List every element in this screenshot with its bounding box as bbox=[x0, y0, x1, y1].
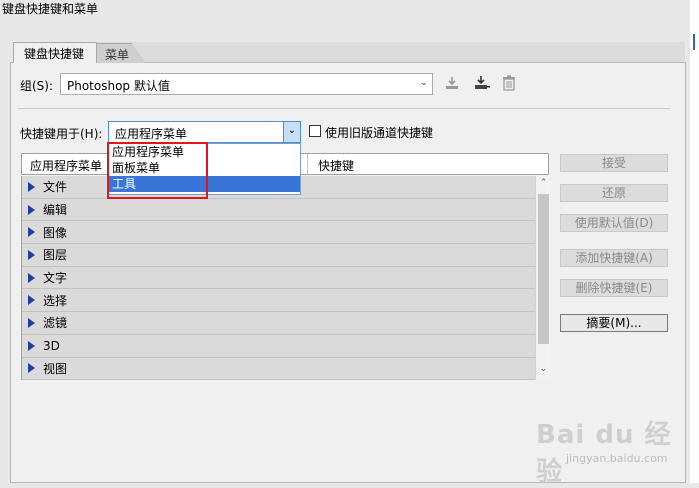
watermark-sub: jingyan.baidu.com bbox=[566, 452, 668, 465]
scroll-thumb[interactable] bbox=[538, 194, 549, 344]
separator bbox=[18, 108, 670, 109]
row-label: 图像 bbox=[43, 225, 68, 240]
undo-button[interactable]: 还原 bbox=[560, 184, 668, 202]
table-row[interactable]: 图层 bbox=[22, 244, 535, 267]
table-scrollbar[interactable]: ⌃ ⌄ bbox=[535, 176, 550, 380]
add-shortcut-button[interactable]: 添加快捷键(A) bbox=[560, 249, 668, 267]
row-label: 选择 bbox=[43, 293, 68, 308]
watermark-main: Bai du 经验 bbox=[536, 420, 672, 487]
row-label: 图层 bbox=[43, 248, 68, 263]
shortcuts-for-select[interactable]: 应用程序菜单 ⌄ bbox=[108, 121, 301, 143]
table-row[interactable]: 3D bbox=[22, 335, 535, 358]
summarize-button[interactable]: 摘要(M)... bbox=[560, 314, 668, 332]
column-header-menu[interactable]: 应用程序菜单 bbox=[30, 157, 102, 174]
menu-table: 文件 编辑 图像 图层 文字 选择 滤镜 3D 视图 bbox=[21, 176, 535, 380]
row-label: 滤镜 bbox=[43, 316, 68, 331]
right-edge bbox=[690, 0, 699, 483]
use-default-button[interactable]: 使用默认值(D) bbox=[560, 214, 668, 232]
expand-triangle-icon[interactable] bbox=[28, 340, 35, 351]
shortcuts-for-value: 应用程序菜单 bbox=[115, 127, 188, 141]
trash-icon[interactable] bbox=[501, 75, 517, 91]
legacy-channel-label: 使用旧版通道快捷键 bbox=[325, 126, 434, 140]
table-row[interactable]: 选择 bbox=[22, 289, 535, 313]
expand-triangle-icon[interactable] bbox=[28, 204, 35, 215]
row-label: 视图 bbox=[43, 361, 68, 376]
table-row[interactable]: 滤镜 bbox=[22, 312, 535, 335]
watermark: Bai du 经验 jingyan.baidu.com bbox=[536, 408, 686, 487]
expand-triangle-icon[interactable] bbox=[28, 363, 35, 374]
table-row[interactable]: 文字 bbox=[22, 267, 535, 290]
expand-triangle-icon[interactable] bbox=[28, 272, 35, 283]
scroll-up-icon[interactable]: ⌃ bbox=[536, 178, 551, 192]
expand-triangle-icon[interactable] bbox=[28, 181, 35, 192]
save-icon[interactable] bbox=[444, 75, 460, 91]
row-label: 编辑 bbox=[43, 203, 68, 218]
scroll-down-icon[interactable]: ⌄ bbox=[536, 364, 551, 378]
row-label: 文件 bbox=[43, 180, 68, 195]
annotation-highlight-box bbox=[107, 142, 208, 199]
tab-keyboard-shortcuts[interactable]: 键盘快捷键 bbox=[13, 42, 97, 63]
row-label: 3D bbox=[43, 338, 60, 353]
tab-menus[interactable]: 菜单 bbox=[94, 43, 146, 63]
chevron-down-icon: ⌄ bbox=[283, 122, 300, 142]
window-title: 键盘快捷键和菜单 bbox=[2, 2, 99, 16]
expand-triangle-icon[interactable] bbox=[28, 317, 35, 328]
shortcuts-for-label: 快捷键用于(H): bbox=[20, 127, 103, 141]
legacy-channel-checkbox[interactable] bbox=[309, 125, 321, 137]
column-header-shortcut[interactable]: 快捷键 bbox=[318, 157, 354, 174]
expand-triangle-icon[interactable] bbox=[28, 249, 35, 260]
chevron-down-icon: ⌄ bbox=[419, 77, 428, 88]
table-row[interactable]: 图像 bbox=[22, 221, 535, 245]
delete-shortcut-button[interactable]: 删除快捷键(E) bbox=[560, 279, 668, 297]
set-label: 组(S): bbox=[20, 79, 54, 93]
row-label: 文字 bbox=[43, 271, 68, 286]
table-row[interactable]: 视图 bbox=[22, 358, 535, 380]
set-select-value: Photoshop 默认值 bbox=[67, 79, 170, 93]
accept-button[interactable]: 接受 bbox=[560, 154, 668, 172]
expand-triangle-icon[interactable] bbox=[28, 295, 35, 306]
set-select[interactable]: Photoshop 默认值 ⌄ bbox=[60, 73, 433, 95]
table-row[interactable]: 编辑 bbox=[22, 199, 535, 222]
expand-triangle-icon[interactable] bbox=[28, 227, 35, 238]
save-as-icon[interactable] bbox=[473, 75, 490, 91]
